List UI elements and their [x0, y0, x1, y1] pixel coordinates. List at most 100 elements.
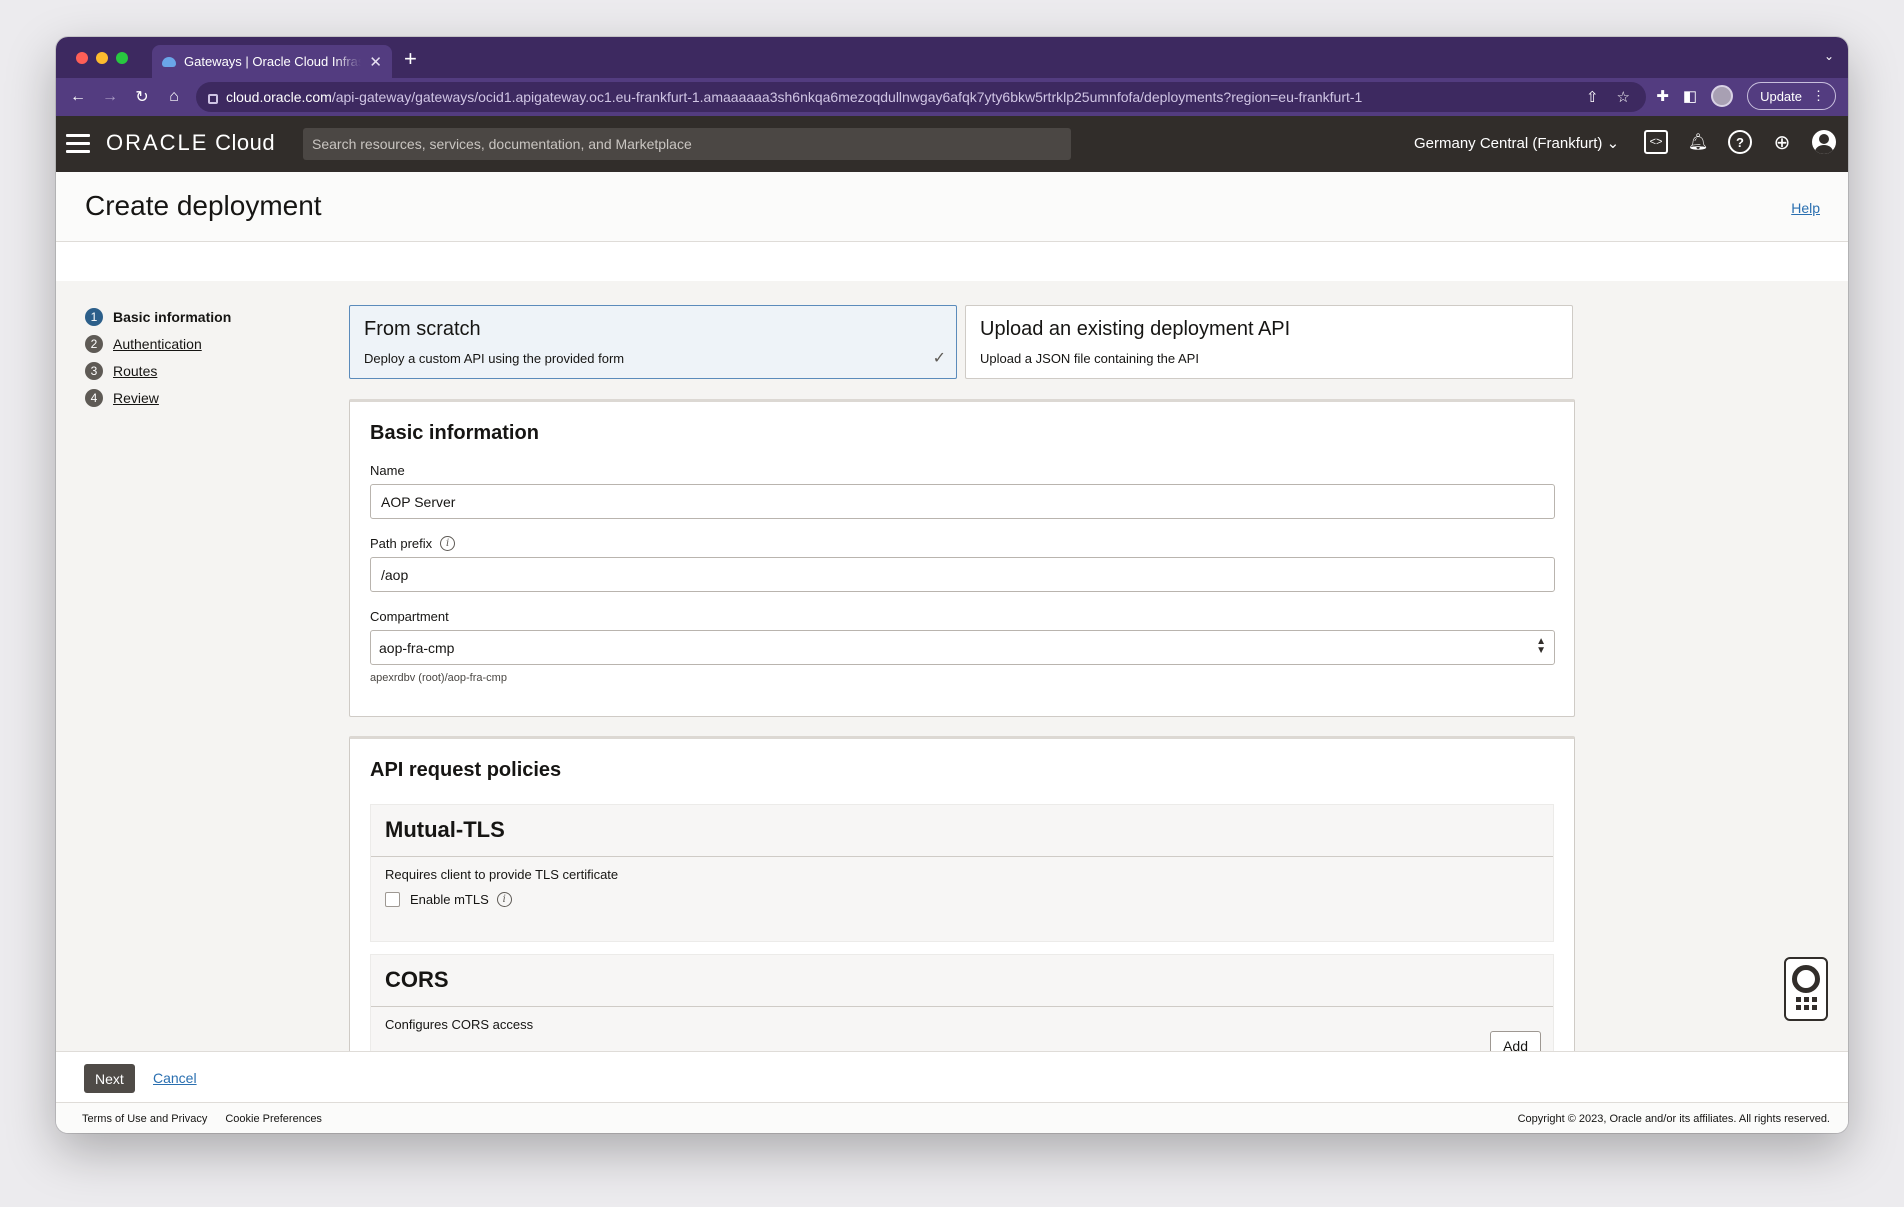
share-icon[interactable]: ⇧	[1586, 88, 1599, 106]
browser-toolbar: ← → ↻ ⌂ cloud.oracle.com/api-gateway/gat…	[56, 78, 1848, 116]
copyright: Copyright © 2023, Oracle and/or its affi…	[1517, 1113, 1830, 1125]
label-text: Name	[370, 463, 405, 478]
oci-header: ORACLE Cloud Search resources, services,…	[56, 116, 1848, 172]
window-controls	[76, 52, 128, 64]
checkmark-icon: ✓	[932, 350, 946, 367]
terms-link[interactable]: Terms of Use and Privacy	[82, 1113, 207, 1125]
help-link[interactable]: Help	[1791, 200, 1820, 216]
step-number: 4	[85, 388, 103, 407]
wizard-footer: Next Cancel	[56, 1051, 1848, 1103]
next-button[interactable]: Next	[84, 1064, 135, 1093]
mutual-tls-title: Mutual-TLS	[371, 805, 1553, 857]
browser-window: Gateways | Oracle Cloud Infrastructure ✕…	[56, 37, 1848, 1133]
menu-icon[interactable]	[66, 134, 90, 158]
update-button[interactable]: Update ⋮	[1747, 82, 1836, 110]
basic-information-panel: Basic information Name Path prefix i Comp…	[349, 399, 1575, 717]
option-description: Deploy a custom API using the provided f…	[364, 351, 625, 366]
lock-icon	[208, 94, 218, 104]
logo-brand: ORACLE	[106, 130, 209, 155]
step-label: Authentication	[113, 335, 202, 352]
enable-mtls-checkbox[interactable]	[385, 892, 400, 907]
lifebuoy-icon	[1792, 965, 1820, 993]
step-routes[interactable]: 3 Routes	[85, 357, 231, 384]
extensions-icon[interactable]: ✚	[1656, 87, 1669, 105]
close-window-button[interactable]	[76, 52, 88, 64]
compartment-select[interactable]: aop-fra-cmp ▲ ▼	[370, 630, 1555, 665]
browser-tab[interactable]: Gateways | Oracle Cloud Infrastructure ✕	[152, 45, 392, 78]
enable-mtls-row: Enable mTLS i	[385, 892, 1539, 907]
cookie-preferences-link[interactable]: Cookie Preferences	[225, 1113, 322, 1125]
step-label: Basic information	[113, 308, 232, 325]
name-label: Name	[370, 463, 1554, 478]
notifications-bell-icon[interactable]: 🔔︎	[1686, 130, 1710, 154]
address-bar[interactable]: cloud.oracle.com/api-gateway/gateways/oc…	[196, 82, 1646, 112]
cors-description: Configures CORS access	[385, 1017, 534, 1032]
help-icon[interactable]: ?	[1728, 130, 1752, 154]
page-header: Create deployment Help	[56, 172, 1848, 242]
step-number: 1	[85, 307, 103, 326]
option-description: Upload a JSON file containing the API	[980, 351, 1199, 366]
api-request-policies-panel: API request policies Mutual-TLS Requires…	[349, 736, 1575, 1087]
path-prefix-label: Path prefix i	[370, 536, 1554, 551]
minimize-window-button[interactable]	[96, 52, 108, 64]
page-title: Create deployment	[85, 190, 322, 221]
select-arrows-icon: ▲ ▼	[1536, 636, 1546, 656]
reload-icon[interactable]: ↻	[126, 87, 158, 107]
more-vert-icon: ⋮	[1812, 88, 1825, 103]
apps-grid-icon	[1795, 997, 1817, 1010]
user-profile-icon[interactable]	[1812, 130, 1836, 154]
step-label: Routes	[113, 362, 158, 379]
name-input[interactable]	[370, 484, 1555, 519]
bookmark-star-icon[interactable]: ☆	[1617, 88, 1630, 106]
language-globe-icon[interactable]: ⊕	[1770, 130, 1794, 154]
compartment-value: aop-fra-cmp	[379, 640, 455, 656]
legal-footer: Terms of Use and Privacy Cookie Preferen…	[56, 1103, 1848, 1133]
mutual-tls-description: Requires client to provide TLS certifica…	[385, 867, 619, 882]
step-authentication[interactable]: 2 Authentication	[85, 330, 231, 357]
update-label: Update	[1760, 88, 1802, 104]
support-widget[interactable]	[1784, 957, 1828, 1021]
global-search-input[interactable]: Search resources, services, documentatio…	[303, 128, 1071, 160]
step-review[interactable]: 4 Review	[85, 384, 231, 411]
label-text: Path prefix	[370, 536, 433, 551]
tab-close-icon[interactable]: ✕	[369, 53, 382, 71]
wizard-steps: 1 Basic information 2 Authentication 3 R…	[85, 303, 231, 411]
step-basic-information[interactable]: 1 Basic information	[85, 303, 231, 330]
tab-search-icon[interactable]: ⌄	[1824, 49, 1834, 63]
logo-product: Cloud	[215, 130, 276, 155]
omnibox-actions: ⇧ ☆	[1586, 88, 1630, 106]
forward-icon[interactable]: →	[94, 88, 126, 106]
compartment-label: Compartment	[370, 609, 1554, 624]
code-editor-icon[interactable]: <>	[1644, 130, 1668, 154]
back-icon[interactable]: ←	[62, 88, 94, 106]
from-scratch-option[interactable]: From scratch Deploy a custom API using t…	[349, 305, 957, 379]
header-icons: <> 🔔︎ ? ⊕	[1644, 130, 1836, 154]
deployment-type-options: From scratch Deploy a custom API using t…	[349, 305, 1573, 379]
cloud-favicon-icon	[162, 56, 176, 67]
url-path: /api-gateway/gateways/ocid1.apigateway.o…	[331, 89, 1363, 105]
url-host: cloud.oracle.com	[226, 89, 332, 105]
cancel-link[interactable]: Cancel	[153, 1070, 197, 1086]
toolbar-right: ✚ ◧ Update ⋮	[1656, 82, 1836, 110]
compartment-path: apexrdbv (root)/aop-fra-cmp	[370, 672, 507, 684]
path-prefix-input[interactable]	[370, 557, 1555, 592]
browser-profile-avatar[interactable]	[1711, 85, 1734, 107]
home-icon[interactable]: ⌂	[158, 88, 190, 106]
oracle-cloud-logo[interactable]: ORACLE Cloud	[106, 130, 275, 156]
upload-existing-option[interactable]: Upload an existing deployment API Upload…	[965, 305, 1573, 379]
region-selector[interactable]: Germany Central (Frankfurt) ⌄	[1414, 134, 1619, 152]
tab-title: Gateways | Oracle Cloud Infrastructure	[184, 54, 362, 69]
mutual-tls-section: Mutual-TLS Requires client to provide TL…	[370, 804, 1554, 942]
section-title: Basic information	[370, 422, 539, 444]
new-tab-button[interactable]: +	[404, 46, 417, 72]
maximize-window-button[interactable]	[116, 52, 128, 64]
info-icon[interactable]: i	[440, 536, 456, 551]
side-panel-icon[interactable]: ◧	[1683, 87, 1697, 105]
main-content: 1 Basic information 2 Authentication 3 R…	[56, 281, 1848, 1087]
legal-links: Terms of Use and Privacy Cookie Preferen…	[82, 1113, 322, 1125]
label-text: Compartment	[370, 609, 449, 624]
info-icon[interactable]: i	[496, 892, 512, 907]
enable-mtls-label[interactable]: Enable mTLS	[410, 892, 489, 907]
section-title: API request policies	[370, 759, 562, 781]
cors-title: CORS	[371, 955, 1553, 1007]
